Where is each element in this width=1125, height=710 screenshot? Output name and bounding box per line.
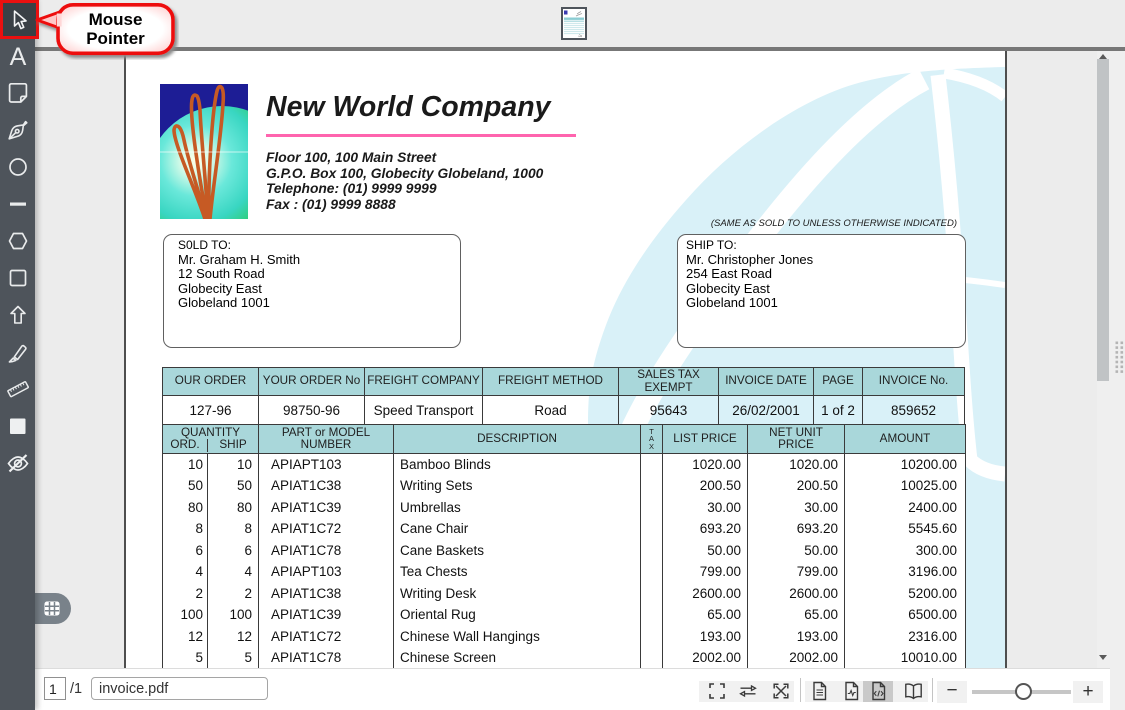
- svg-text:A: A: [9, 44, 26, 68]
